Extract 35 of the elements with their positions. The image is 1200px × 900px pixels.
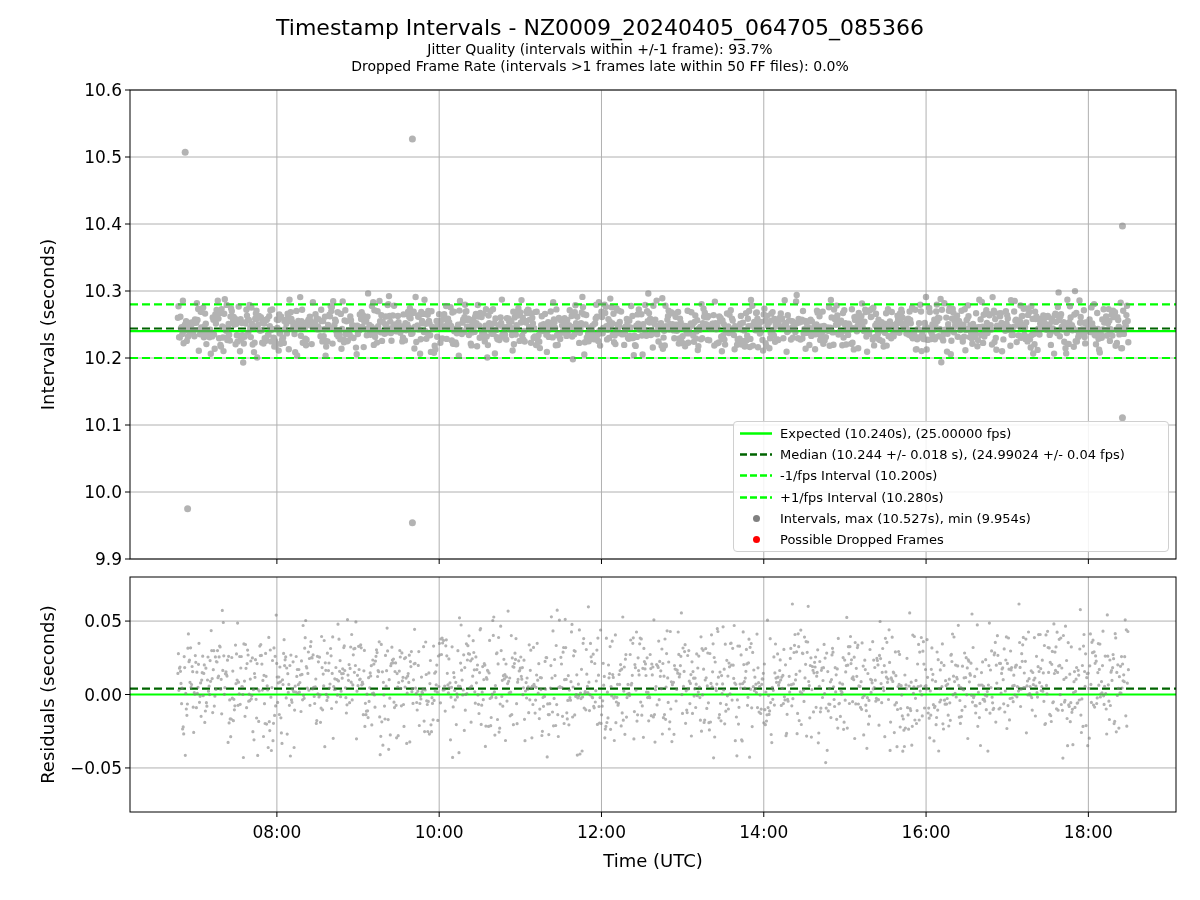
legend-label: Intervals, max (10.527s), min (9.954s): [780, 510, 1031, 526]
legend-label: +1/fps Interval (10.280s): [780, 489, 944, 505]
outlier-point: [1118, 414, 1126, 422]
outlier-point: [184, 505, 192, 513]
legend-label: Possible Dropped Frames: [780, 531, 944, 547]
chart-subtitle: Jitter Quality (intervals within +/-1 frame): 93.7%: [427, 41, 773, 58]
outlier-point: [408, 135, 416, 143]
y-axis-label: Residuals (seconds): [37, 605, 58, 784]
chart-title: Timestamp Intervals - NZ0009_20240405_064705_085366: [276, 15, 924, 41]
y-tick-label: 10.1: [84, 415, 122, 435]
y-tick-label: 0.00: [84, 684, 122, 705]
chart-subtitle: Dropped Frame Rate (intervals >1 frames late within 50 FF files): 0.0%: [351, 58, 849, 75]
outlier-point: [1118, 222, 1126, 230]
x-tick-label: 18:00: [1063, 822, 1113, 842]
legend-label: Expected (10.240s), (25.00000 fps): [780, 426, 1012, 441]
outlier-point: [408, 519, 416, 527]
y-tick-label: 10.3: [84, 281, 122, 301]
y-tick-label: 10.5: [84, 147, 122, 167]
y-tick-label: 10.2: [84, 348, 122, 368]
y-tick-label: 9.9: [94, 549, 122, 567]
y-tick-label: −0.05: [69, 757, 122, 778]
x-axis-label: Time (UTC): [602, 850, 704, 871]
x-tick-label: 12:00: [576, 822, 626, 842]
x-tick-label: 14:00: [739, 822, 789, 842]
x-tick-label: 08:00: [252, 822, 302, 842]
x-tick-label: 10:00: [414, 822, 464, 842]
y-tick-label: 10.6: [84, 80, 122, 100]
outlier-point: [181, 148, 189, 156]
y-axis-label: Intervals (seconds): [37, 238, 58, 411]
legend-label: Median (10.244 +/- 0.018 s), (24.99024 +/- 0.04 fps): [780, 447, 1125, 463]
y-tick-label: 10.0: [84, 482, 122, 502]
x-tick-label: 16:00: [901, 822, 951, 842]
legend-label: -1/fps Interval (10.200s): [780, 468, 938, 484]
y-tick-label: 0.05: [84, 611, 122, 632]
y-tick-label: 10.4: [84, 214, 122, 234]
